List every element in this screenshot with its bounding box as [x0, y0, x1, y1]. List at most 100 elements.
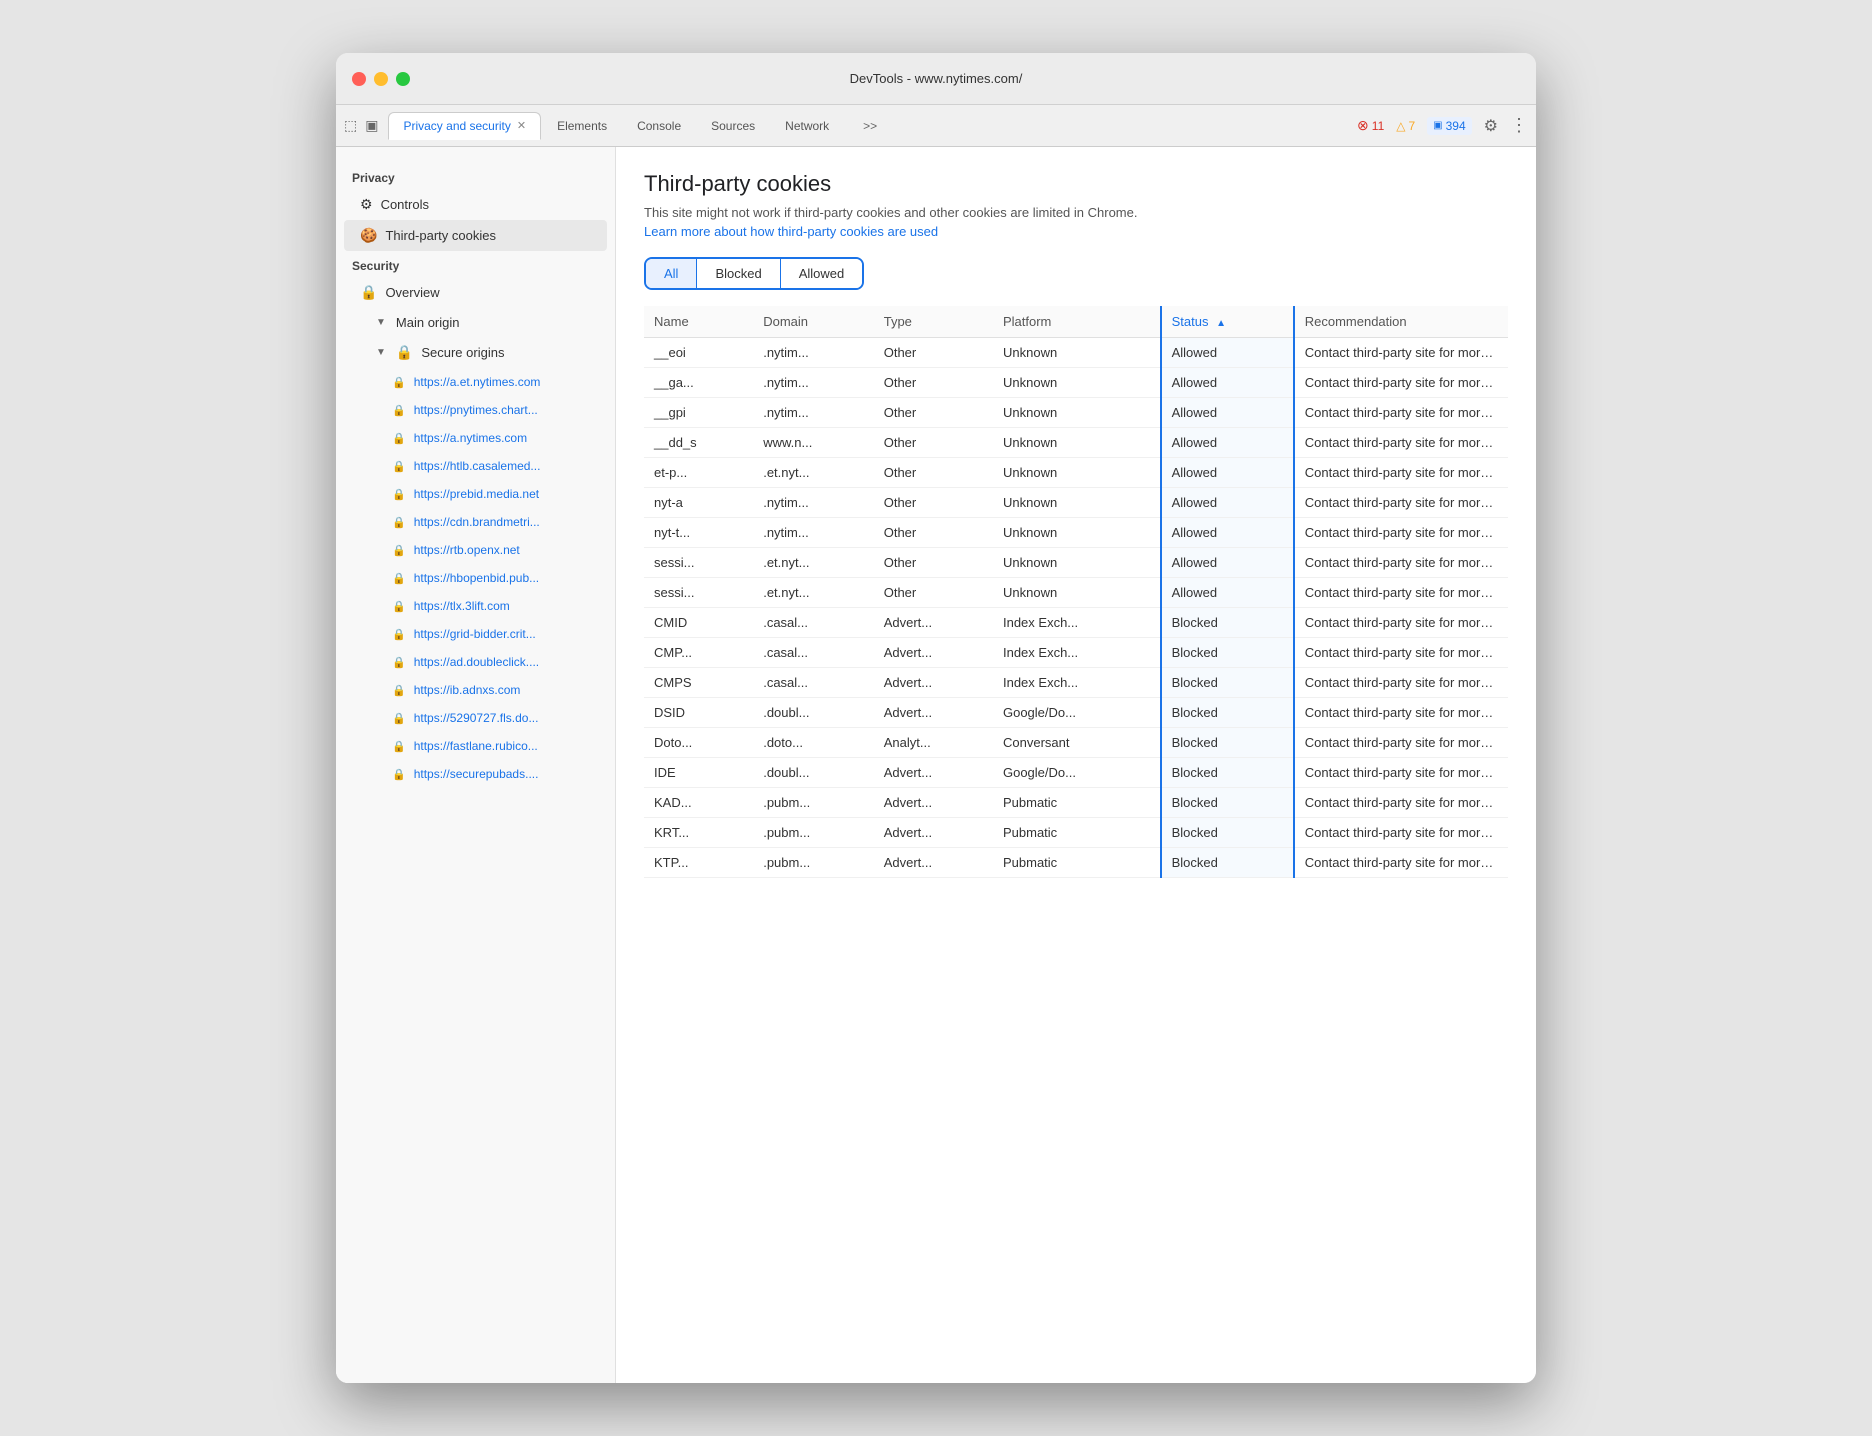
sidebar-origin-item[interactable]: 🔒https://fastlane.rubico... — [344, 732, 607, 760]
col-header-domain[interactable]: Domain — [753, 306, 874, 338]
cell-recommendation: Contact third-party site for more info — [1294, 608, 1508, 638]
cell-type: Advert... — [874, 698, 993, 728]
tab-sources[interactable]: Sources — [697, 113, 769, 139]
sidebar-origin-item[interactable]: 🔒https://tlx.3lift.com — [344, 592, 607, 620]
sidebar-item-secure-origins[interactable]: ▼ 🔒 Secure origins — [344, 337, 607, 368]
cell-name: __gpi — [644, 398, 753, 428]
table-row[interactable]: sessi... .et.nyt... Other Unknown Allowe… — [644, 548, 1508, 578]
more-tabs-label: >> — [863, 119, 877, 133]
cursor-icon[interactable]: ⬚ — [344, 117, 357, 134]
sidebar-origin-item[interactable]: 🔒https://a.nytimes.com — [344, 424, 607, 452]
controls-label: Controls — [381, 197, 429, 212]
info-count-badge[interactable]: ▣ 394 — [1427, 117, 1471, 135]
cell-domain: .casal... — [753, 668, 874, 698]
warning-count-badge[interactable]: △ 7 — [1396, 119, 1415, 133]
table-row[interactable]: nyt-a .nytim... Other Unknown Allowed Co… — [644, 488, 1508, 518]
cell-domain: .nytim... — [753, 338, 874, 368]
table-row[interactable]: Doto... .doto... Analyt... Conversant Bl… — [644, 728, 1508, 758]
sidebar-origin-item[interactable]: 🔒https://5290727.fls.do... — [344, 704, 607, 732]
cell-status: Allowed — [1161, 368, 1294, 398]
cell-name: KAD... — [644, 788, 753, 818]
sidebar-origin-item[interactable]: 🔒https://hbopenbid.pub... — [344, 564, 607, 592]
lock-icon: 🔒 — [392, 544, 406, 557]
table-row[interactable]: KRT... .pubm... Advert... Pubmatic Block… — [644, 818, 1508, 848]
table-row[interactable]: CMID .casal... Advert... Index Exch... B… — [644, 608, 1508, 638]
cell-domain: .et.nyt... — [753, 578, 874, 608]
filter-allowed-button[interactable]: Allowed — [781, 259, 863, 288]
sidebar-origin-item[interactable]: 🔒https://grid-bidder.crit... — [344, 620, 607, 648]
sidebar-origin-item[interactable]: 🔒https://pnytimes.chart... — [344, 396, 607, 424]
col-header-status[interactable]: Status ▲ — [1161, 306, 1294, 338]
cell-domain: .pubm... — [753, 788, 874, 818]
table-row[interactable]: KAD... .pubm... Advert... Pubmatic Block… — [644, 788, 1508, 818]
tab-network[interactable]: Network — [771, 113, 843, 139]
cell-domain: .nytim... — [753, 488, 874, 518]
sidebar-origin-item[interactable]: 🔒https://rtb.openx.net — [344, 536, 607, 564]
cell-status: Allowed — [1161, 458, 1294, 488]
more-tabs-button[interactable]: >> — [849, 113, 891, 139]
cell-type: Other — [874, 368, 993, 398]
cell-recommendation: Contact third-party site for more info — [1294, 578, 1508, 608]
table-row[interactable]: DSID .doubl... Advert... Google/Do... Bl… — [644, 698, 1508, 728]
tab-close-icon[interactable]: ✕ — [517, 119, 526, 132]
minimize-button[interactable] — [374, 72, 388, 86]
cell-name: nyt-a — [644, 488, 753, 518]
table-row[interactable]: CMP... .casal... Advert... Index Exch...… — [644, 638, 1508, 668]
sidebar-origin-item[interactable]: 🔒https://htlb.casalemed... — [344, 452, 607, 480]
table-row[interactable]: sessi... .et.nyt... Other Unknown Allowe… — [644, 578, 1508, 608]
table-row[interactable]: et-p... .et.nyt... Other Unknown Allowed… — [644, 458, 1508, 488]
lock-icon: 🔒 — [392, 600, 406, 613]
tab-privacy-security[interactable]: Privacy and security ✕ — [388, 112, 541, 140]
learn-more-link[interactable]: Learn more about how third-party cookies… — [644, 224, 938, 239]
table-row[interactable]: nyt-t... .nytim... Other Unknown Allowed… — [644, 518, 1508, 548]
cell-name: KTP... — [644, 848, 753, 878]
sidebar-origin-item[interactable]: 🔒https://prebid.media.net — [344, 480, 607, 508]
error-count-badge[interactable]: ⊗ 11 — [1357, 117, 1384, 134]
sidebar-item-overview[interactable]: 🔒 Overview — [344, 277, 607, 308]
cell-name: sessi... — [644, 578, 753, 608]
table-row[interactable]: __ga... .nytim... Other Unknown Allowed … — [644, 368, 1508, 398]
settings-icon[interactable]: ⚙ — [1484, 116, 1498, 136]
cell-domain: .doubl... — [753, 758, 874, 788]
cell-name: __eoi — [644, 338, 753, 368]
cell-platform: Google/Do... — [993, 698, 1161, 728]
tab-elements[interactable]: Elements — [543, 113, 621, 139]
sidebar-item-third-party-cookies[interactable]: 🍪 Third-party cookies — [344, 220, 607, 251]
table-row[interactable]: KTP... .pubm... Advert... Pubmatic Block… — [644, 848, 1508, 878]
close-button[interactable] — [352, 72, 366, 86]
col-header-recommendation[interactable]: Recommendation — [1294, 306, 1508, 338]
cell-type: Other — [874, 518, 993, 548]
col-header-name[interactable]: Name — [644, 306, 753, 338]
sidebar-origin-item[interactable]: 🔒https://cdn.brandmetri... — [344, 508, 607, 536]
cell-recommendation: Contact third-party site for more info — [1294, 788, 1508, 818]
col-header-type[interactable]: Type — [874, 306, 993, 338]
device-icon[interactable]: ▣ — [365, 117, 378, 134]
table-row[interactable]: __eoi .nytim... Other Unknown Allowed Co… — [644, 338, 1508, 368]
table-row[interactable]: CMPS .casal... Advert... Index Exch... B… — [644, 668, 1508, 698]
cell-status: Allowed — [1161, 428, 1294, 458]
sidebar-origin-item[interactable]: 🔒https://securepubads.... — [344, 760, 607, 788]
table-row[interactable]: __dd_s www.n... Other Unknown Allowed Co… — [644, 428, 1508, 458]
sidebar-origin-item[interactable]: 🔒https://ad.doubleclick.... — [344, 648, 607, 676]
sidebar-item-controls[interactable]: ⚙ Controls — [344, 189, 607, 220]
cell-platform: Unknown — [993, 488, 1161, 518]
lock-icon: 🔒 — [392, 488, 406, 501]
cell-name: CMID — [644, 608, 753, 638]
menu-icon[interactable]: ⋮ — [1510, 115, 1528, 136]
sidebar-item-main-origin[interactable]: ▼ Main origin — [344, 308, 607, 337]
sidebar-origin-item[interactable]: 🔒https://a.et.nytimes.com — [344, 368, 607, 396]
filter-blocked-button[interactable]: Blocked — [697, 259, 780, 288]
cell-status: Allowed — [1161, 338, 1294, 368]
table-row[interactable]: IDE .doubl... Advert... Google/Do... Blo… — [644, 758, 1508, 788]
table-row[interactable]: __gpi .nytim... Other Unknown Allowed Co… — [644, 398, 1508, 428]
cell-domain: www.n... — [753, 428, 874, 458]
lock-icon: 🔒 — [392, 572, 406, 585]
cell-platform: Unknown — [993, 398, 1161, 428]
chevron-down-icon: ▼ — [376, 317, 386, 328]
tab-console[interactable]: Console — [623, 113, 695, 139]
cell-platform: Unknown — [993, 548, 1161, 578]
col-header-platform[interactable]: Platform — [993, 306, 1161, 338]
sidebar-origin-item[interactable]: 🔒https://ib.adnxs.com — [344, 676, 607, 704]
maximize-button[interactable] — [396, 72, 410, 86]
filter-all-button[interactable]: All — [646, 259, 697, 288]
